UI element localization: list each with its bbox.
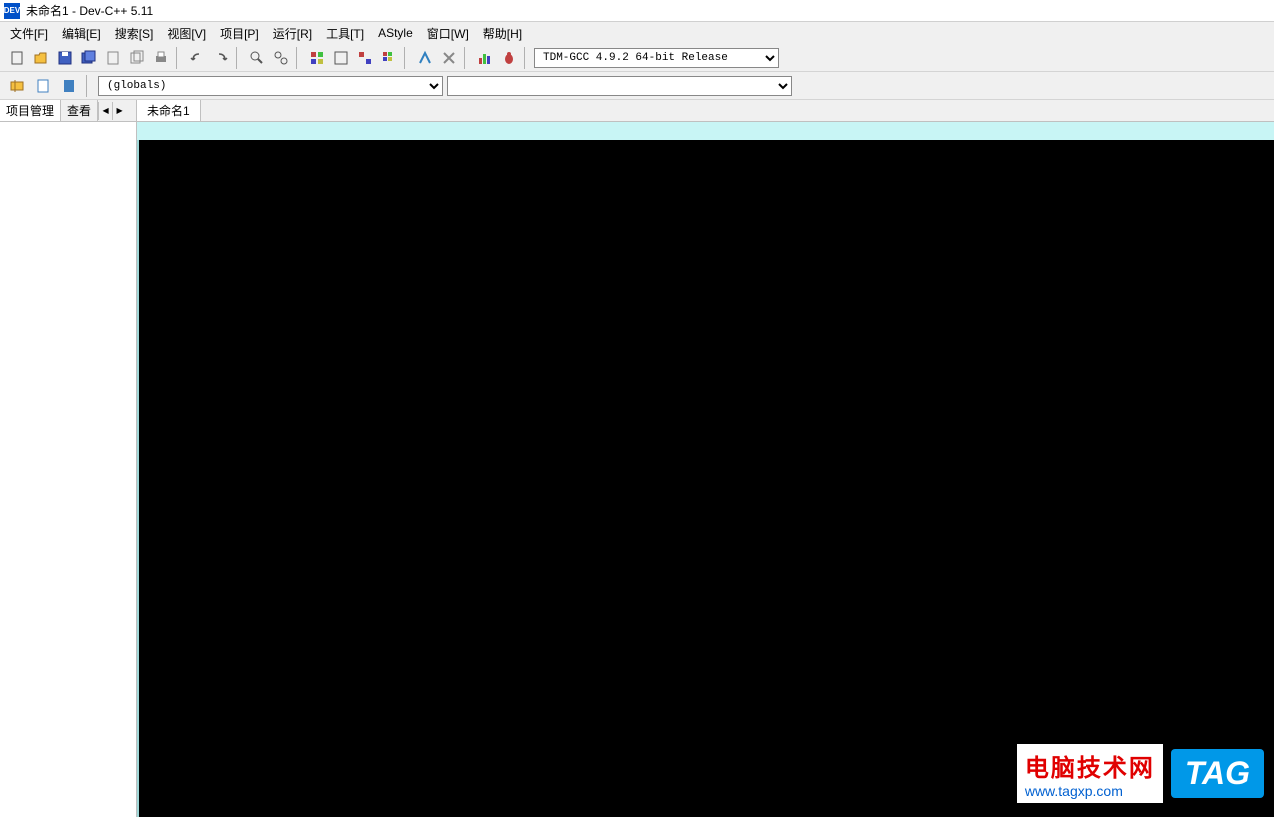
editor-area: 未命名1	[137, 100, 1274, 817]
sidebar-nav-left-icon[interactable]: ◀	[98, 102, 112, 120]
titlebar: DEV 未命名1 - Dev-C++ 5.11	[0, 0, 1274, 22]
toolbar-main: TDM-GCC 4.9.2 64-bit Release	[0, 44, 1274, 72]
editor-body[interactable]	[137, 122, 1274, 817]
separator	[236, 47, 242, 69]
sidebar-tab-nav: ◀ ▶	[98, 100, 126, 121]
profile-button[interactable]	[474, 47, 496, 69]
sidebar-nav-right-icon[interactable]: ▶	[112, 102, 126, 120]
debug-button[interactable]	[414, 47, 436, 69]
compiler-select[interactable]: TDM-GCC 4.9.2 64-bit Release	[534, 48, 779, 68]
app-icon: DEV	[4, 3, 20, 19]
editor-tab-1[interactable]: 未命名1	[137, 100, 201, 121]
sidebar: 项目管理 查看 ◀ ▶	[0, 100, 137, 817]
watermark-text: 电脑技术网 www.tagxp.com	[1017, 744, 1163, 803]
save-all-button[interactable]	[78, 47, 100, 69]
watermark-tag: TAG	[1171, 749, 1264, 798]
editor-content[interactable]	[137, 140, 1274, 817]
menu-view[interactable]: 视图[V]	[161, 23, 212, 44]
rebuild-button[interactable]	[378, 47, 400, 69]
watermark-line1: 电脑技术网	[1025, 748, 1155, 783]
compile-button[interactable]	[306, 47, 328, 69]
globals-select[interactable]: (globals)	[98, 76, 443, 96]
close-all-button[interactable]	[126, 47, 148, 69]
menu-help[interactable]: 帮助[H]	[477, 23, 528, 44]
open-button[interactable]	[30, 47, 52, 69]
menu-edit[interactable]: 编辑[E]	[56, 23, 107, 44]
menu-search[interactable]: 搜索[S]	[109, 23, 160, 44]
save-button[interactable]	[54, 47, 76, 69]
watermark-line2: www.tagxp.com	[1025, 783, 1155, 799]
menu-file[interactable]: 文件[F]	[4, 23, 54, 44]
separator	[86, 75, 92, 97]
toolbar-classes: (globals)	[0, 72, 1274, 100]
goto-button[interactable]	[32, 75, 54, 97]
current-line-highlight	[137, 122, 1274, 140]
main-area: 项目管理 查看 ◀ ▶ 未命名1	[0, 100, 1274, 817]
watermark: 电脑技术网 www.tagxp.com TAG	[1017, 744, 1264, 803]
separator	[176, 47, 182, 69]
find-button[interactable]	[246, 47, 268, 69]
menu-window[interactable]: 窗口[W]	[421, 23, 475, 44]
close-button[interactable]	[102, 47, 124, 69]
debug-bug-button[interactable]	[498, 47, 520, 69]
sidebar-tab-view[interactable]: 查看	[61, 100, 98, 121]
run-button[interactable]	[330, 47, 352, 69]
compile-run-button[interactable]	[354, 47, 376, 69]
stop-button[interactable]	[438, 47, 460, 69]
sidebar-tabs: 项目管理 查看 ◀ ▶	[0, 100, 136, 122]
menu-run[interactable]: 运行[R]	[267, 23, 318, 44]
replace-button[interactable]	[270, 47, 292, 69]
separator	[464, 47, 470, 69]
editor-tabs: 未命名1	[137, 100, 1274, 122]
separator	[524, 47, 530, 69]
separator	[296, 47, 302, 69]
separator	[404, 47, 410, 69]
undo-button[interactable]	[186, 47, 208, 69]
new-file-button[interactable]	[6, 47, 28, 69]
print-button[interactable]	[150, 47, 172, 69]
new-class-button[interactable]	[6, 75, 28, 97]
menu-astyle[interactable]: AStyle	[372, 24, 419, 42]
symbols-select[interactable]	[447, 76, 792, 96]
bookmark-button[interactable]	[58, 75, 80, 97]
sidebar-tab-project[interactable]: 项目管理	[0, 100, 61, 121]
menubar: 文件[F] 编辑[E] 搜索[S] 视图[V] 项目[P] 运行[R] 工具[T…	[0, 22, 1274, 44]
window-title: 未命名1 - Dev-C++ 5.11	[26, 2, 153, 19]
menu-tools[interactable]: 工具[T]	[320, 23, 370, 44]
redo-button[interactable]	[210, 47, 232, 69]
menu-project[interactable]: 项目[P]	[214, 23, 265, 44]
code-area[interactable]	[139, 140, 1274, 817]
